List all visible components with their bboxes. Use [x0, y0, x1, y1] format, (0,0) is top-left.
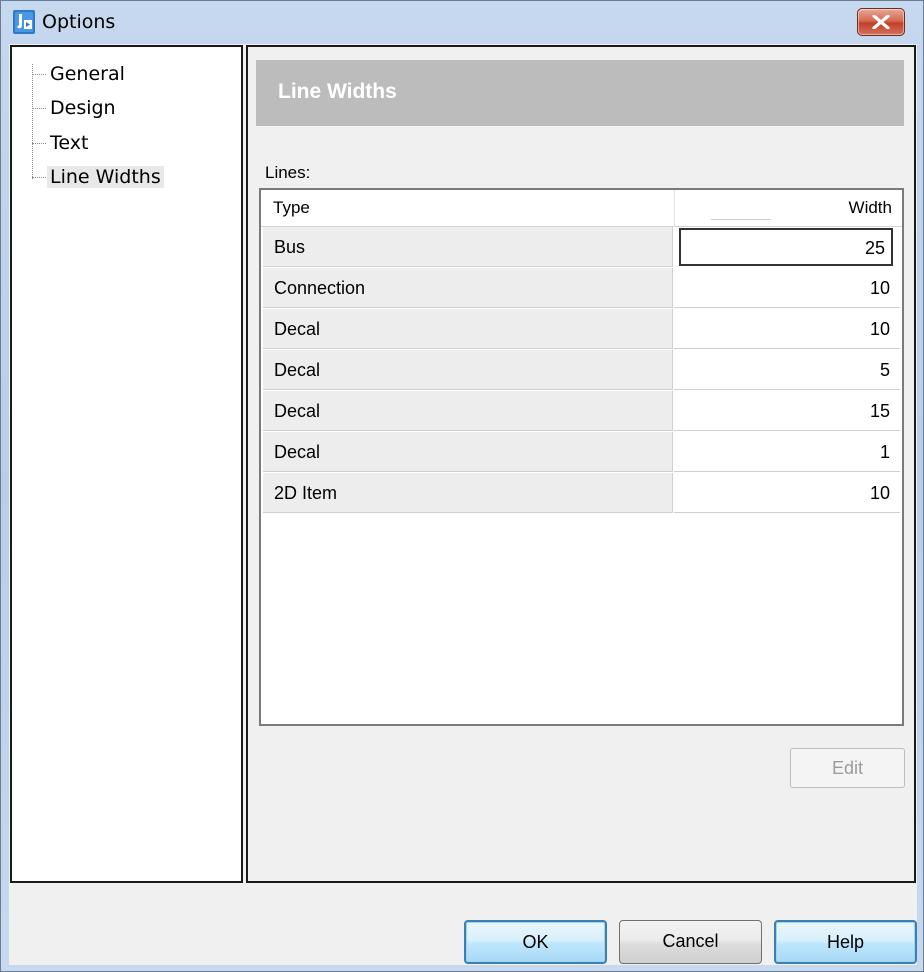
lines-label: Lines:: [265, 163, 311, 182]
table-row[interactable]: Bus 25: [261, 227, 902, 268]
tree-connector: [32, 64, 33, 179]
tree-item-label: Design: [50, 97, 116, 119]
panel-title: Line Widths: [278, 80, 397, 103]
width-cell[interactable]: 15: [674, 391, 900, 431]
tree-item-label: General: [50, 63, 125, 85]
type-cell[interactable]: Decal: [263, 391, 673, 431]
cancel-button[interactable]: Cancel: [619, 920, 762, 964]
table-row[interactable]: Decal 5: [261, 350, 902, 391]
type-cell[interactable]: 2D Item: [263, 473, 673, 513]
width-cell[interactable]: 5: [674, 350, 900, 390]
options-dialog: Options General Design Text Line Widths …: [0, 0, 924, 972]
width-cell[interactable]: 10: [674, 268, 900, 308]
table-row[interactable]: Connection 10: [261, 268, 902, 309]
options-tree[interactable]: General Design Text Line Widths: [10, 45, 243, 883]
table-row[interactable]: 2D Item 10: [261, 473, 902, 514]
column-header-width[interactable]: Width: [849, 198, 892, 218]
close-icon: [872, 15, 890, 29]
settings-panel: Line Widths Lines: Type Width Bus 25 Con…: [246, 45, 916, 883]
app-icon: [13, 10, 35, 34]
grid-header: Type Width: [261, 190, 902, 227]
column-header-type[interactable]: Type: [273, 198, 310, 218]
width-cell[interactable]: 10: [674, 309, 900, 349]
type-cell[interactable]: Bus: [263, 227, 673, 267]
panel-header: Line Widths: [256, 60, 904, 126]
help-button[interactable]: Help: [774, 920, 917, 964]
type-cell[interactable]: Connection: [263, 268, 673, 308]
dialog-body: General Design Text Line Widths Line Wid…: [9, 44, 917, 965]
close-button[interactable]: [857, 8, 905, 36]
type-cell[interactable]: Decal: [263, 309, 673, 349]
width-cell[interactable]: 1: [674, 432, 900, 472]
title-bar[interactable]: Options: [1, 1, 923, 43]
line-widths-grid[interactable]: Type Width Bus 25 Connection 10 Decal 10: [259, 188, 904, 726]
window-title: Options: [42, 11, 116, 33]
edit-button[interactable]: Edit: [790, 748, 905, 788]
width-cell[interactable]: 10: [674, 473, 900, 513]
tree-item-label: Text: [50, 132, 89, 154]
type-cell[interactable]: Decal: [263, 350, 673, 390]
type-cell[interactable]: Decal: [263, 432, 673, 472]
tree-item-label: Line Widths: [47, 166, 164, 188]
table-row[interactable]: Decal 1: [261, 432, 902, 473]
table-row[interactable]: Decal 15: [261, 391, 902, 432]
width-cell-editing[interactable]: 25: [679, 228, 893, 266]
ok-button[interactable]: OK: [464, 920, 607, 964]
table-row[interactable]: Decal 10: [261, 309, 902, 350]
